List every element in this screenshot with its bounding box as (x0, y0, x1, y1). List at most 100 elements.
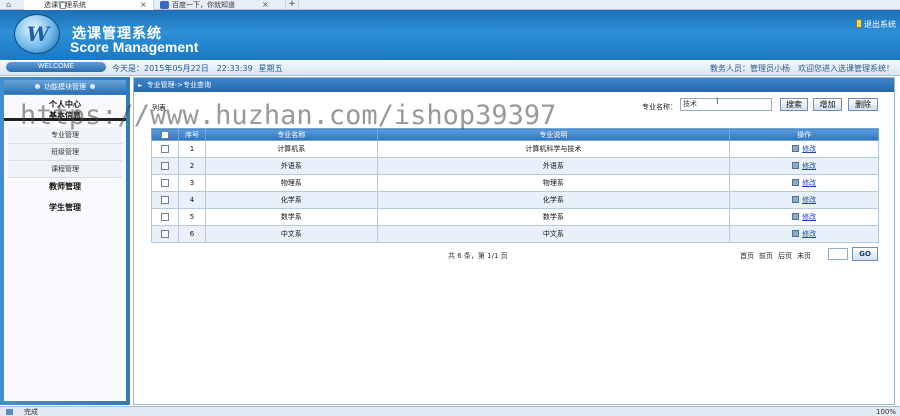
table-row: 3 物理系 物理系 修改 (151, 174, 879, 192)
table-row: 2 外语系 外语系 修改 (151, 157, 879, 175)
major-table: 序号 专业名称 专业说明 操作 1 计算机系 计算机科学与技术 修改 2 外语系… (151, 128, 879, 243)
edit-link[interactable]: 修改 (802, 213, 816, 221)
row-checkbox[interactable] (160, 230, 169, 238)
sidebar-title: 功能模块管理 (4, 80, 126, 94)
row-no: 1 (177, 140, 206, 158)
welcome-badge: WELCOME (6, 62, 106, 72)
row-action: 修改 (729, 140, 879, 158)
row-no: 3 (177, 174, 206, 192)
pager-links: 首页 前页 后页 末页 (740, 251, 816, 261)
sidebar-group-student[interactable]: 学生管理 (4, 202, 126, 213)
delete-button[interactable]: 删除 (848, 98, 878, 111)
bullet-icon (35, 84, 40, 89)
row-name: 数学系 (204, 208, 378, 226)
row-select-cell (151, 174, 179, 192)
row-desc: 中文系 (376, 225, 731, 243)
edit-icon (792, 213, 800, 220)
major-name-search-input[interactable]: 技术 (680, 98, 772, 111)
edit-icon (792, 230, 800, 237)
prev-page-link[interactable]: 前页 (759, 252, 773, 260)
app-header: W 选课管理系统 Score Management 退出系统 (0, 10, 900, 60)
row-action: 修改 (729, 225, 879, 243)
table-row: 5 数学系 数学系 修改 (151, 208, 879, 226)
current-date: 今天是：2015年05月22日 22:33:39 星期五 (112, 63, 283, 74)
row-checkbox[interactable] (160, 213, 169, 221)
row-no: 5 (177, 208, 206, 226)
sidebar-item-course[interactable]: 课程管理 (8, 161, 122, 178)
baidu-paw-icon (160, 1, 169, 9)
greeting: 欢迎您进入选课管理系统！ (798, 64, 894, 73)
row-name: 中文系 (204, 225, 378, 243)
page-status-icon (6, 409, 13, 415)
app-title-en: Score Management (70, 39, 199, 55)
row-action: 修改 (729, 191, 879, 209)
search-button[interactable]: 搜索 (780, 98, 808, 111)
row-no: 6 (177, 225, 206, 243)
select-all-checkbox[interactable] (160, 130, 169, 139)
row-desc: 外语系 (376, 157, 731, 175)
logo-letter: W (26, 22, 50, 46)
row-desc: 化学系 (376, 191, 731, 209)
breadcrumb: ► 专业管理->专业查询 (134, 78, 894, 92)
row-name: 化学系 (204, 191, 378, 209)
text-cursor-icon: I (716, 97, 719, 107)
row-name: 计算机系 (204, 140, 378, 158)
tab-score-management[interactable]: 选课管理系统 (24, 0, 154, 10)
row-select-cell (151, 157, 179, 175)
logo: W (14, 14, 60, 54)
status-bar: 完成 100% (0, 406, 900, 416)
info-bar: WELCOME 今天是：2015年05月22日 22:33:39 星期五 教务人员… (0, 60, 900, 76)
row-select-cell (151, 225, 179, 243)
close-icon[interactable]: × (262, 0, 269, 10)
edit-icon (792, 145, 800, 152)
row-checkbox[interactable] (160, 162, 169, 170)
edit-link[interactable]: 修改 (802, 230, 816, 238)
row-checkbox[interactable] (160, 179, 169, 187)
row-select-cell (151, 140, 179, 158)
sidebar-group-teacher[interactable]: 教师管理 (4, 181, 126, 192)
date-time: 今天是：2015年05月22日 22:33:39 (112, 64, 253, 73)
sidebar-title-text: 功能模块管理 (44, 83, 86, 91)
user-name: 教务人员：管理员小杨 (710, 64, 790, 73)
edit-link[interactable]: 修改 (802, 145, 816, 153)
search-label: 专业名称： (642, 103, 677, 111)
row-desc: 计算机科学与技术 (376, 140, 731, 158)
sidebar-item-class[interactable]: 班级管理 (8, 144, 122, 161)
arrow-right-icon: ► (138, 82, 143, 89)
watermark: https://www.huzhan.com/ishop39397 (20, 100, 557, 131)
zoom-level[interactable]: 100% (876, 407, 896, 416)
row-name: 外语系 (204, 157, 378, 175)
row-no: 4 (177, 191, 206, 209)
close-icon[interactable]: × (140, 0, 147, 10)
first-page-link[interactable]: 首页 (740, 252, 754, 260)
row-select-cell (151, 191, 179, 209)
row-no: 2 (177, 157, 206, 175)
new-tab-button[interactable]: + (285, 0, 299, 10)
table-row: 4 化学系 化学系 修改 (151, 191, 879, 209)
breadcrumb-text: 专业管理->专业查询 (146, 81, 212, 89)
sidebar-menu: 个人中心 基本信息 专业管理 班级管理 课程管理 教师管理 学生管理 (4, 95, 126, 401)
row-action: 修改 (729, 174, 879, 192)
row-select-cell (151, 208, 179, 226)
pager-info: 共 6 条，第 1/1 页 (448, 252, 508, 260)
edit-link[interactable]: 修改 (802, 162, 816, 170)
add-button[interactable]: 增加 (813, 98, 842, 111)
table-row: 1 计算机系 计算机科学与技术 修改 (151, 140, 879, 158)
edit-icon (792, 196, 800, 203)
edit-link[interactable]: 修改 (802, 196, 816, 204)
go-button[interactable]: GO (852, 247, 878, 261)
home-icon[interactable]: ⌂ (6, 1, 15, 9)
exit-label: 退出系统 (864, 20, 896, 29)
row-checkbox[interactable] (160, 196, 169, 204)
edit-link[interactable]: 修改 (802, 179, 816, 187)
page-number-input[interactable] (828, 248, 848, 260)
exit-button[interactable]: 退出系统 (856, 19, 896, 30)
column-header-action: 操作 (729, 128, 879, 141)
row-checkbox[interactable] (160, 145, 169, 153)
bullet-icon (90, 84, 95, 89)
next-page-link[interactable]: 后页 (778, 252, 792, 260)
tab-baidu[interactable]: 百度一下，你就知道 (156, 0, 274, 10)
exit-icon (856, 19, 862, 28)
edit-icon (792, 162, 800, 169)
last-page-link[interactable]: 末页 (797, 252, 811, 260)
